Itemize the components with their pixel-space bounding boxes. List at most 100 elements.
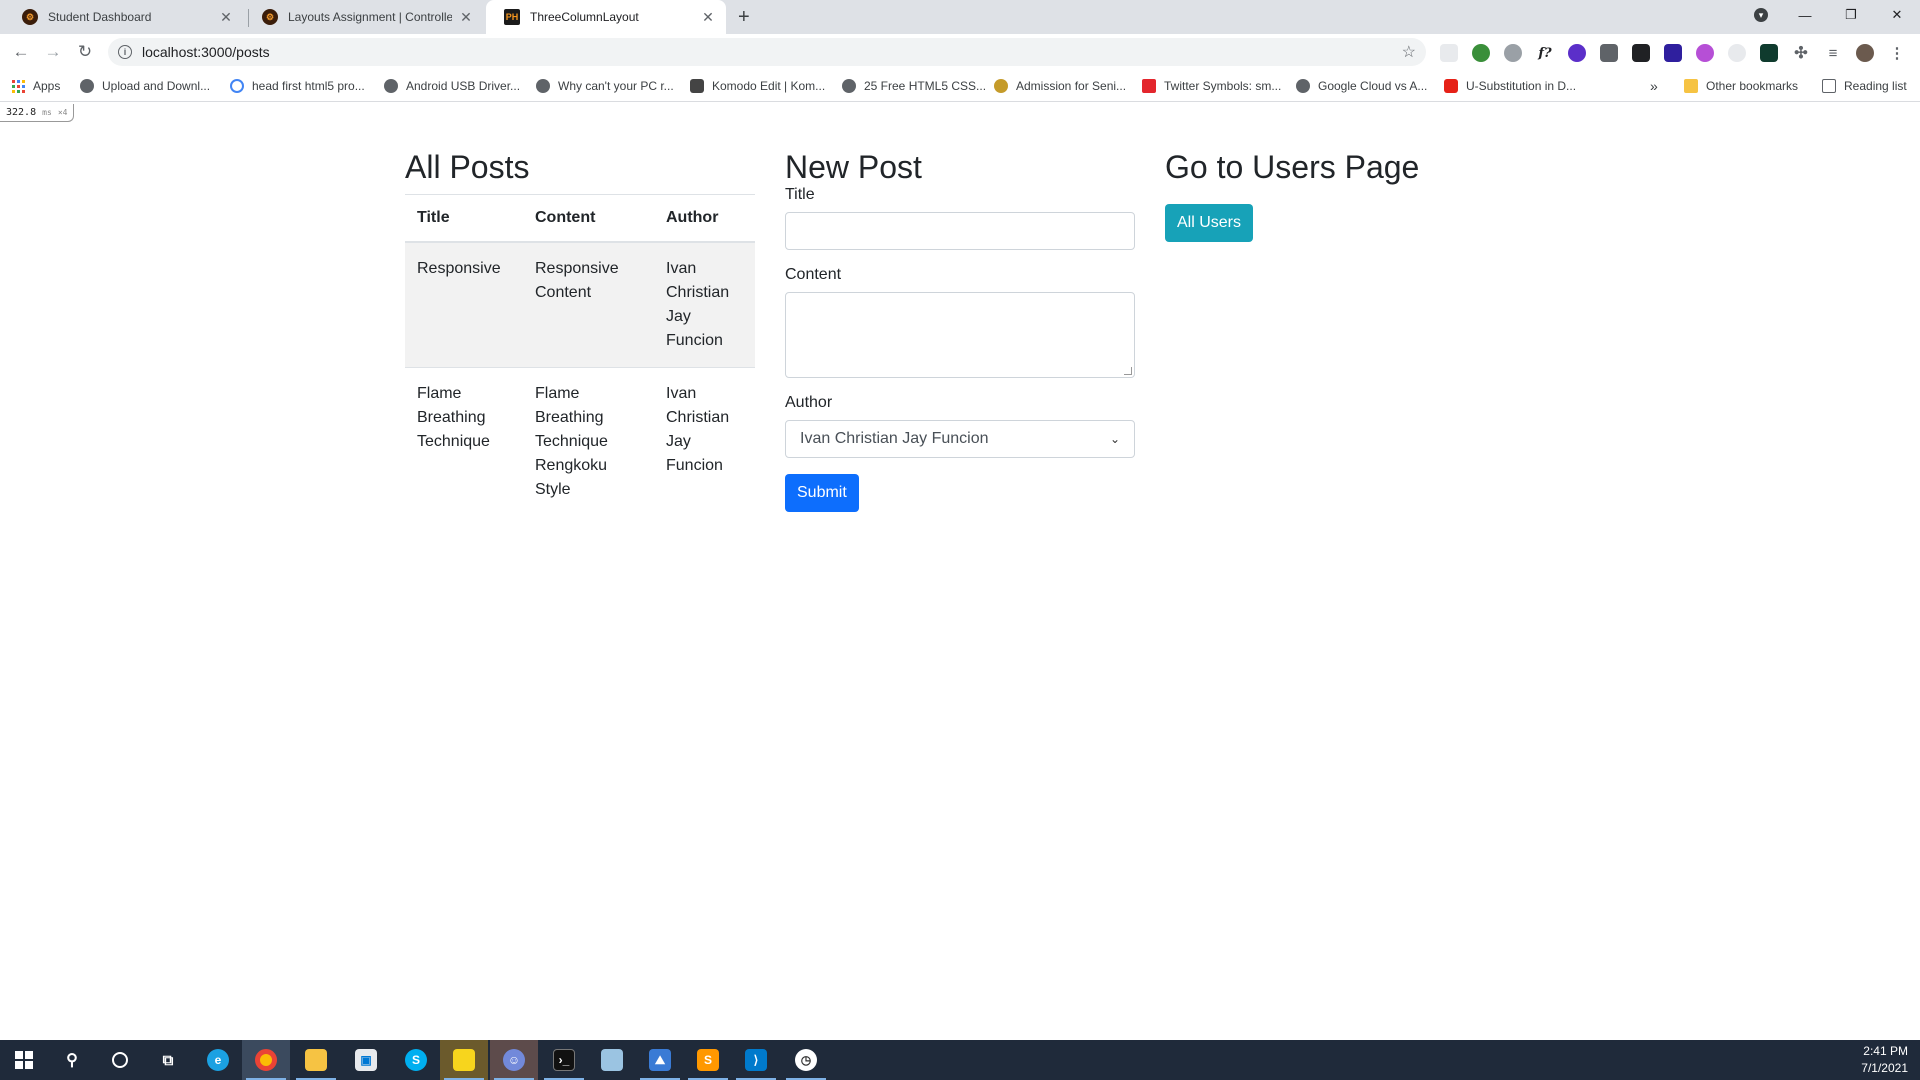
tab-layouts-assignment[interactable]: ⚙ Layouts Assignment | Controllers ✕ [244,0,484,34]
globe-icon [80,79,94,93]
extension-icon[interactable] [1600,44,1618,62]
forward-button[interactable]: → [42,41,64,63]
taskbar-edge[interactable]: e [194,1040,242,1080]
column-header-title: Title [405,194,523,244]
author-label: Author [785,394,833,412]
perf-value: 322.8 [6,107,37,118]
bookmark-star-icon[interactable]: ☆ [1402,42,1416,62]
bookmark-label: Other bookmarks [1706,79,1799,93]
restore-button[interactable]: ❐ [1828,0,1874,30]
back-button[interactable]: ← [10,41,32,63]
bookmark-folder-other[interactable]: Other bookmarks [1684,77,1798,95]
tab-student-dashboard[interactable]: ⚙ Student Dashboard ✕ [4,0,244,34]
sticky-note-icon [453,1049,475,1071]
taskbar-vscode[interactable]: ⟩ [732,1040,780,1080]
taskbar-clock-app[interactable]: ◷ [782,1040,830,1080]
system-clock[interactable]: 2:41 PM 7/1/2021 [1861,1043,1908,1077]
taskbar-sticky-notes[interactable] [440,1040,488,1080]
vscode-icon: ⟩ [745,1049,767,1071]
more-bookmarks-chevron-icon[interactable]: » [1650,77,1658,95]
bookmark-apps[interactable]: Apps [12,77,60,95]
bookmark-item[interactable]: Komodo Edit | Kom... [690,77,825,95]
extension-icon[interactable] [1568,44,1586,62]
bookmark-label: Twitter Symbols: sm... [1164,79,1282,93]
reading-list-button[interactable]: Reading list [1822,77,1907,95]
tab-search-icon[interactable]: ▾ [1738,0,1784,30]
bookmark-item[interactable]: U-Substitution in D... [1444,77,1576,95]
school-seal-icon [994,79,1008,93]
extension-icon[interactable] [1760,44,1778,62]
bookmark-item[interactable]: Google Cloud vs A... [1296,77,1427,95]
title-input[interactable] [785,212,1135,251]
bookmark-item[interactable]: Why can't your PC r... [536,77,674,95]
content-textarea[interactable] [785,292,1135,379]
close-icon[interactable]: ✕ [218,9,234,26]
bookmark-item[interactable]: head first html5 pro... [230,77,365,95]
table-header-row: Title Content Author [405,194,755,244]
cortana-circle-icon [112,1052,128,1068]
taskbar-sublime[interactable]: S [684,1040,732,1080]
close-icon[interactable]: ✕ [458,9,474,26]
discord-icon: ☺ [503,1049,525,1071]
extension-icon[interactable] [1440,44,1458,62]
all-users-button[interactable]: All Users [1165,204,1254,243]
bookmark-label: Admission for Seni... [1016,79,1127,93]
author-select[interactable]: Ivan Christian Jay Funcion ⌄ [785,420,1135,459]
menu-icon[interactable]: ⋮ [1888,44,1906,62]
youtube-icon [1444,79,1458,93]
address-bar[interactable]: i localhost:3000/posts ☆ [108,38,1426,66]
taskbar-discord[interactable]: ☺ [490,1040,538,1080]
posts-column: All Posts Title Content Author Responsiv… [405,148,755,517]
posts-heading: All Posts [405,149,530,185]
info-icon[interactable]: i [118,45,132,59]
taskbar-skype[interactable]: S [392,1040,440,1080]
chevron-down-icon: ⌄ [1109,432,1120,447]
folder-icon [1684,79,1698,93]
taskbar-store[interactable]: ▣ [342,1040,390,1080]
taskbar-file-explorer[interactable] [292,1040,340,1080]
avatar[interactable] [1856,44,1874,62]
extension-icon[interactable] [1504,44,1522,62]
extension-icon[interactable] [1472,44,1490,62]
bookmark-item[interactable]: Android USB Driver... [384,77,520,95]
column-header-content: Content [523,194,654,244]
bookmark-item[interactable]: Admission for Seni... [994,77,1126,95]
perf-unit: ms [42,108,52,117]
tab-three-column-layout[interactable]: PH ThreeColumnLayout ✕ [486,0,726,34]
cortana-button[interactable] [96,1040,144,1080]
formula-extension-icon[interactable]: f? [1536,44,1554,62]
komodo-icon [690,79,704,93]
taskbar-notepad[interactable] [588,1040,636,1080]
minimize-button[interactable]: — [1782,0,1828,30]
reload-button[interactable]: ↻ [74,41,96,63]
close-window-button[interactable]: ✕ [1874,0,1920,30]
puzzle-icon[interactable]: ✣ [1792,44,1810,62]
new-tab-button[interactable]: + [738,6,750,29]
submit-button[interactable]: Submit [785,474,859,513]
table-row: Flame Breathing Technique Flame Breathin… [405,367,755,517]
extension-icon[interactable] [1664,44,1682,62]
extension-icon[interactable] [1632,44,1650,62]
skype-icon: S [405,1049,427,1071]
extension-icon[interactable] [1728,44,1746,62]
task-view-button[interactable]: ⧉ [144,1040,192,1080]
windows-start-button[interactable] [0,1040,48,1080]
bookmark-label: Upload and Downl... [102,79,211,93]
taskbar-chrome[interactable] [242,1040,290,1080]
bookmark-item[interactable]: 25 Free HTML5 CSS... [842,77,986,95]
bookmark-item[interactable]: Twitter Symbols: sm... [1142,77,1281,95]
bookmarks-bar: Apps Upload and Downl... head first html… [0,70,1920,102]
extension-icon[interactable] [1696,44,1714,62]
bookmark-item[interactable]: Upload and Downl... [80,77,210,95]
content-label: Content [785,266,842,284]
task-view-icon: ⧉ [162,1051,174,1069]
table-row: Responsive Responsive Content Ivan Chris… [405,241,755,368]
search-button[interactable]: ⚲ [48,1040,96,1080]
clock-icon: ◷ [795,1049,817,1071]
close-icon[interactable]: ✕ [700,9,716,26]
media-control-icon[interactable]: ≡ [1824,44,1842,62]
taskbar-terminal[interactable]: ›_ [540,1040,588,1080]
taskbar-photos[interactable]: ⛰ [636,1040,684,1080]
fire-logo-icon: ⚙ [262,9,278,25]
search-icon: ⚲ [66,1052,78,1069]
